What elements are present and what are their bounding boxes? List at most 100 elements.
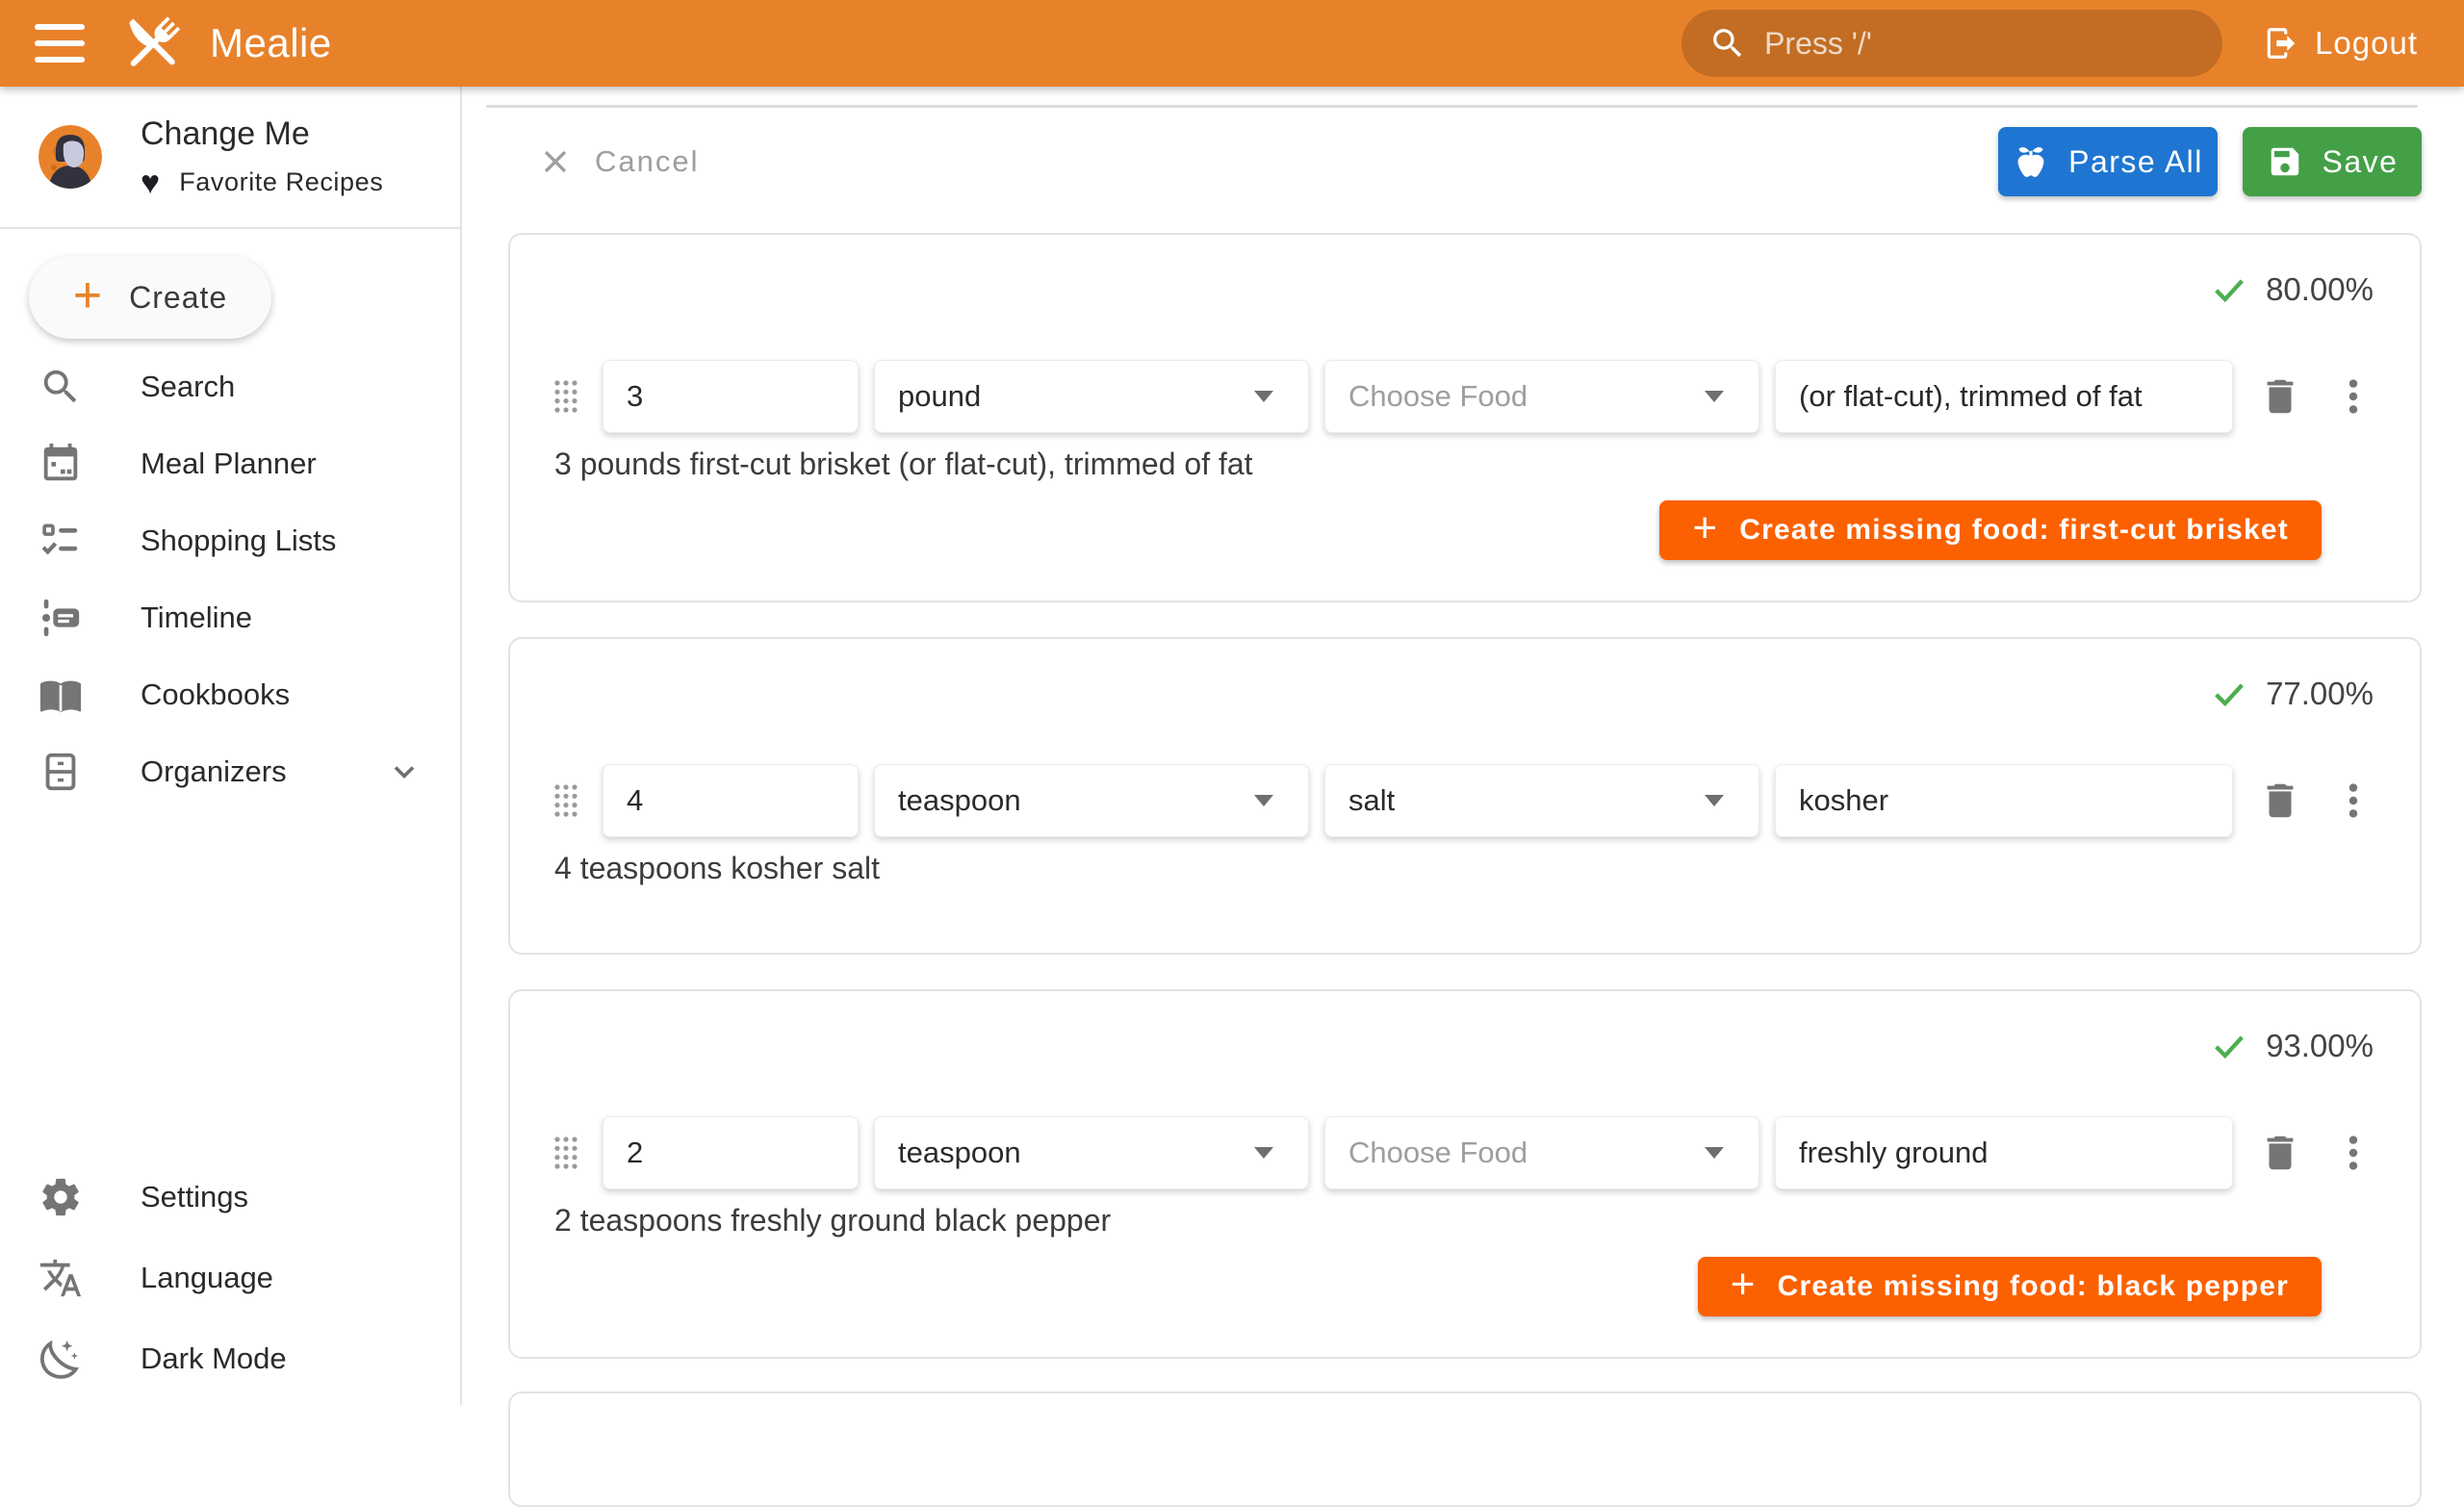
note-input[interactable]: [1799, 783, 2209, 818]
cancel-button[interactable]: Cancel: [539, 144, 700, 179]
parser-toolbar: Cancel Parse All Save: [508, 125, 2422, 198]
note-field: [1775, 360, 2233, 433]
note-input[interactable]: [1799, 379, 2209, 414]
timeline-icon: [38, 596, 83, 640]
quantity-field: [603, 360, 859, 433]
note-field: [1775, 764, 2233, 837]
delete-button[interactable]: [2256, 1129, 2304, 1177]
unit-select[interactable]: teaspoon: [874, 764, 1309, 837]
search-icon: [1708, 24, 1747, 63]
confidence-indicator: 93.00%: [549, 1026, 2381, 1066]
ingredient-row: teaspoon salt: [549, 764, 2381, 837]
kebab-menu-icon: [2331, 779, 2375, 823]
create-button[interactable]: + Create: [29, 256, 271, 339]
quantity-input[interactable]: [627, 1136, 834, 1170]
logout-button[interactable]: Logout: [2263, 25, 2418, 62]
parse-all-button[interactable]: Parse All: [1998, 127, 2218, 196]
delete-button[interactable]: [2256, 372, 2304, 421]
apple-icon: [2013, 143, 2049, 180]
create-missing-food-button[interactable]: + Create missing food: black pepper: [1698, 1257, 2322, 1316]
sidebar-footer: Settings Language Dark Mode: [0, 1157, 460, 1399]
dropdown-arrow-icon: [1254, 795, 1273, 806]
trash-icon: [2258, 1131, 2302, 1175]
floppy-disk-icon: [2267, 143, 2303, 180]
create-missing-food-button[interactable]: + Create missing food: first-cut brisket: [1659, 500, 2322, 560]
dropdown-arrow-icon: [1254, 1147, 1273, 1159]
unit-select[interactable]: pound: [874, 360, 1309, 433]
original-ingredient-text: 4 teaspoons kosher salt: [554, 851, 2381, 885]
sidebar-item-settings[interactable]: Settings: [0, 1157, 460, 1238]
ingredient-row: pound Choose Food: [549, 360, 2381, 433]
translate-icon: [38, 1256, 83, 1300]
sidebar-item-label: Meal Planner: [141, 447, 317, 481]
dropdown-arrow-icon: [1705, 795, 1724, 806]
user-profile[interactable]: Change Me ♥ Favorite Recipes: [0, 87, 460, 229]
search-icon: [38, 365, 83, 409]
sidebar-item-organizers[interactable]: Organizers: [0, 733, 460, 810]
food-select[interactable]: Choose Food: [1324, 1116, 1759, 1189]
checklist-icon: [38, 519, 83, 563]
ingredient-row: teaspoon Choose Food: [549, 1116, 2381, 1189]
search-bar[interactable]: [1681, 10, 2222, 77]
note-field: [1775, 1116, 2233, 1189]
ingredient-card: [508, 1392, 2422, 1507]
drag-handle-icon[interactable]: [549, 1130, 583, 1176]
heart-icon: ♥: [141, 166, 160, 199]
kebab-menu-icon: [2331, 374, 2375, 419]
sidebar-item-meal-planner[interactable]: Meal Planner: [0, 425, 460, 502]
trash-icon: [2258, 374, 2302, 419]
more-options-button[interactable]: [2329, 777, 2377, 825]
confidence-value: 80.00%: [2266, 271, 2374, 308]
note-input[interactable]: [1799, 1136, 2209, 1170]
sidebar-item-shopping-lists[interactable]: Shopping Lists: [0, 502, 460, 579]
quantity-input[interactable]: [627, 379, 834, 414]
sidebar-item-label: Cookbooks: [141, 677, 290, 712]
create-missing-food-label: Create missing food: black pepper: [1778, 1270, 2289, 1303]
save-button[interactable]: Save: [2243, 127, 2422, 196]
favorite-recipes-link[interactable]: ♥ Favorite Recipes: [141, 166, 383, 199]
avatar: [38, 125, 102, 189]
create-missing-food-label: Create missing food: first-cut brisket: [1739, 514, 2289, 547]
dropdown-arrow-icon: [1705, 1147, 1724, 1159]
sidebar-item-label: Search: [141, 370, 235, 404]
more-options-button[interactable]: [2329, 1129, 2377, 1177]
more-options-button[interactable]: [2329, 372, 2377, 421]
sidebar-item-dark-mode[interactable]: Dark Mode: [0, 1318, 460, 1399]
original-ingredient-text: 3 pounds first-cut brisket (or flat-cut)…: [554, 447, 2381, 481]
sidebar-item-cookbooks[interactable]: Cookbooks: [0, 656, 460, 733]
app-title: Mealie: [210, 20, 332, 66]
delete-button[interactable]: [2256, 777, 2304, 825]
sidebar-item-label: Settings: [141, 1180, 248, 1214]
quantity-field: [603, 1116, 859, 1189]
quantity-input[interactable]: [627, 783, 834, 818]
unit-select[interactable]: teaspoon: [874, 1116, 1309, 1189]
confidence-indicator: 77.00%: [549, 674, 2381, 714]
ingredient-card: 93.00% teaspoon Choose Food: [508, 989, 2422, 1359]
food-value: salt: [1348, 783, 1395, 818]
sidebar: Change Me ♥ Favorite Recipes + Create Se…: [0, 87, 462, 1405]
confidence-indicator: 80.00%: [549, 269, 2381, 310]
check-icon: [2210, 270, 2248, 309]
parse-all-label: Parse All: [2068, 144, 2203, 180]
hamburger-menu-icon[interactable]: [35, 24, 85, 63]
drag-handle-icon[interactable]: [549, 373, 583, 420]
create-button-label: Create: [129, 280, 227, 316]
drag-handle-icon[interactable]: [549, 778, 583, 824]
sidebar-item-language[interactable]: Language: [0, 1238, 460, 1318]
chevron-down-icon: [387, 754, 422, 789]
sidebar-item-timeline[interactable]: Timeline: [0, 579, 460, 656]
sidebar-item-search[interactable]: Search: [0, 348, 460, 425]
plus-icon: +: [1731, 1264, 1757, 1306]
quantity-field: [603, 764, 859, 837]
food-select[interactable]: salt: [1324, 764, 1759, 837]
search-input[interactable]: [1764, 26, 2195, 62]
dropdown-arrow-icon: [1254, 391, 1273, 402]
unit-value: teaspoon: [898, 783, 1021, 818]
unit-value: pound: [898, 379, 981, 414]
check-icon: [2210, 675, 2248, 713]
sidebar-item-label: Organizers: [141, 754, 287, 789]
close-icon: [539, 145, 572, 178]
ingredient-card: 80.00% pound Choose Food: [508, 233, 2422, 602]
moon-stars-icon: [38, 1337, 83, 1381]
food-select[interactable]: Choose Food: [1324, 360, 1759, 433]
